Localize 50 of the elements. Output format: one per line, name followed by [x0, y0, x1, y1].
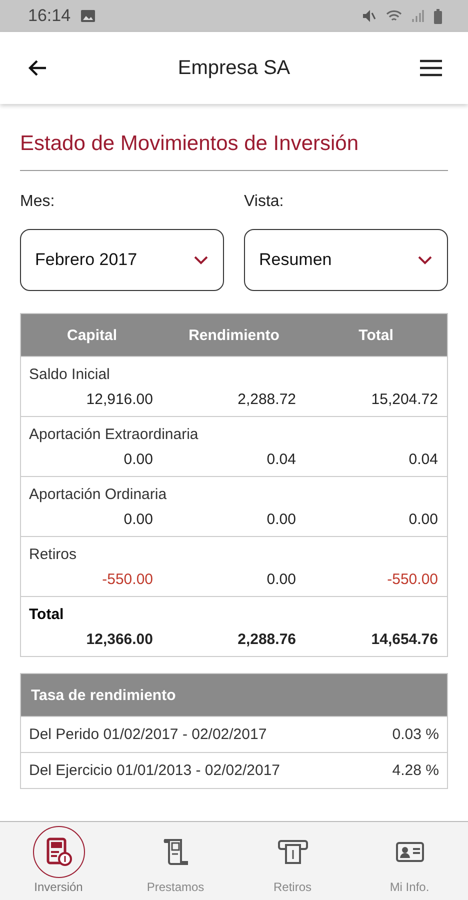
- page-title: Estado de Movimientos de Inversión: [20, 132, 448, 171]
- row-label: Aportación Ordinaria: [29, 486, 168, 503]
- rate-value: 4.28 %: [392, 762, 439, 779]
- mute-icon: [362, 9, 376, 23]
- nav-tab[interactable]: Prestamos: [117, 822, 234, 900]
- dropdown[interactable]: Febrero 2017: [20, 229, 224, 291]
- column-header: Total: [358, 326, 394, 344]
- row-label: Retiros: [29, 546, 78, 563]
- nav-tab[interactable]: Inversión: [0, 822, 117, 900]
- signal-icon: [412, 9, 424, 23]
- battery-icon: [434, 8, 442, 24]
- document-coin-icon: [44, 837, 72, 867]
- amount-cell-text: 0.00: [408, 511, 438, 528]
- amount-cell-text: 0.04: [266, 451, 296, 468]
- table-header: Tasa de rendimiento: [21, 674, 447, 716]
- filter-label: Mes:: [20, 193, 56, 211]
- amount-cell-text: 2,288.72: [236, 391, 296, 408]
- nav-tab[interactable]: Retiros: [234, 822, 351, 900]
- amount-cell-text: 14,654.76: [370, 631, 438, 648]
- filter-label: Vista:: [244, 193, 285, 211]
- status-time: 16:14: [28, 6, 71, 26]
- column-header: Capital: [66, 326, 118, 344]
- amount-cell-text: 0.04: [408, 451, 438, 468]
- column-header: Rendimiento: [188, 326, 280, 344]
- app-title: Empresa SA: [176, 56, 292, 80]
- rate-value: 0.03 %: [392, 726, 439, 743]
- amount-cell-text: -550.00: [386, 571, 438, 588]
- amount-cell-text: 0.00: [266, 511, 296, 528]
- amount-cell-text: 0.00: [122, 451, 153, 468]
- dropdown[interactable]: Resumen: [244, 229, 448, 291]
- row-label: Saldo Inicial: [29, 366, 111, 383]
- atm-cash-icon: [276, 838, 308, 866]
- id-card-icon: [394, 840, 424, 864]
- chevron-down-icon: [193, 255, 209, 265]
- period-label: Del Ejercicio 01/01/2013 - 02/02/2017: [29, 762, 280, 779]
- amount-cell-text: 0.00: [122, 511, 153, 528]
- image-icon: [80, 10, 95, 22]
- amount-cell-text: -550.00: [101, 571, 153, 588]
- amount-cell-text: 0.00: [266, 571, 296, 588]
- period-label: Del Perido 01/02/2017 - 02/02/2017: [29, 726, 267, 743]
- amount-cell-text: 2,288.76: [236, 631, 296, 648]
- amount-cell-text: 12,366.00: [85, 631, 153, 648]
- menu-icon: [418, 57, 444, 79]
- chevron-down-icon: [417, 255, 433, 265]
- nav-tab[interactable]: Mi Info.: [351, 822, 468, 900]
- amount-cell-text: 15,204.72: [370, 391, 438, 408]
- wifi-icon: [386, 9, 402, 23]
- row-label: Total: [29, 606, 65, 623]
- row-label: Aportación Extraordinaria: [29, 426, 200, 443]
- amount-cell-text: 12,916.00: [85, 391, 153, 408]
